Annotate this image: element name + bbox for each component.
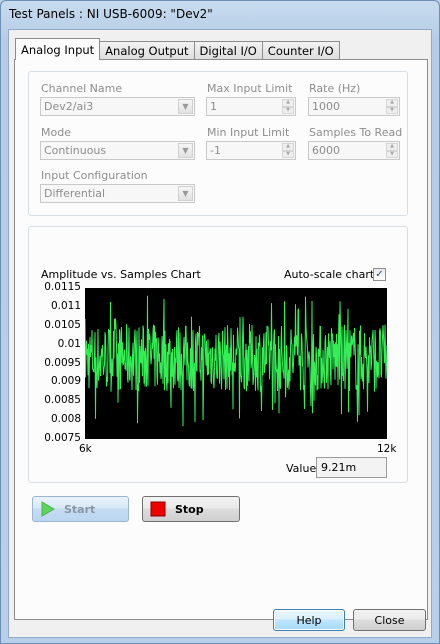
samples-to-read-field[interactable]: 6000 ▲ ▼ bbox=[308, 141, 400, 160]
x-tick-label: 6k bbox=[79, 443, 92, 455]
spin-down-icon[interactable]: ▼ bbox=[386, 106, 398, 114]
samples-to-read-label: Samples To Read bbox=[309, 126, 403, 139]
max-input-limit-value: 1 bbox=[210, 100, 217, 113]
y-tick-label: 0.0105 bbox=[44, 318, 81, 331]
channel-name-label: Channel Name bbox=[41, 82, 123, 95]
chevron-down-icon[interactable]: ▼ bbox=[178, 99, 193, 114]
spin-up-icon[interactable]: ▲ bbox=[386, 99, 398, 107]
window-title: Test Panels : NI USB-6009: "Dev2" bbox=[9, 7, 213, 21]
y-tick-label: 0.0085 bbox=[44, 394, 81, 407]
test-panels-window: Test Panels : NI USB-6009: "Dev2" Analog… bbox=[0, 0, 440, 644]
channel-name-select[interactable]: Dev2/ai3 ▼ bbox=[40, 97, 195, 116]
min-input-limit-label: Min Input Limit bbox=[207, 126, 290, 139]
chevron-down-icon[interactable]: ▼ bbox=[178, 186, 193, 201]
y-tick-label: 0.008 bbox=[50, 413, 81, 426]
y-tick-label: 0.0075 bbox=[44, 432, 81, 444]
rate-field[interactable]: 1000 ▲ ▼ bbox=[308, 97, 400, 116]
autoscale-checkbox[interactable]: ✓ bbox=[373, 268, 386, 281]
y-tick-label: 0.0115 bbox=[44, 281, 81, 293]
spin-up-icon[interactable]: ▲ bbox=[282, 99, 294, 107]
y-tick-label: 0.009 bbox=[50, 375, 81, 388]
window-client-area: Analog Input Analog Output Digital I/O C… bbox=[8, 29, 432, 638]
chart-group: Amplitude vs. Samples Chart Auto-scale c… bbox=[28, 226, 408, 483]
spin-down-icon[interactable]: ▼ bbox=[386, 150, 398, 158]
input-configuration-select[interactable]: Differential ▼ bbox=[40, 184, 195, 203]
max-input-limit-field[interactable]: 1 ▲ ▼ bbox=[206, 97, 296, 116]
tab-analog-input[interactable]: Analog Input bbox=[15, 38, 101, 60]
x-tick-label: 12k bbox=[377, 443, 397, 455]
spin-up-icon[interactable]: ▲ bbox=[386, 143, 398, 151]
stop-button[interactable]: Stop bbox=[142, 496, 240, 522]
analog-input-panel: Channel Name Dev2/ai3 ▼ Max Input Limit … bbox=[14, 59, 428, 620]
chart-title: Amplitude vs. Samples Chart bbox=[41, 268, 201, 281]
spin-down-icon[interactable]: ▼ bbox=[282, 150, 294, 158]
samples-to-read-value: 6000 bbox=[312, 144, 340, 157]
tab-strip: Analog Input Analog Output Digital I/O C… bbox=[15, 38, 340, 60]
autoscale-label: Auto-scale chart bbox=[284, 268, 375, 281]
input-configuration-label: Input Configuration bbox=[41, 169, 148, 182]
channel-name-value: Dev2/ai3 bbox=[44, 100, 94, 113]
y-tick-label: 0.0095 bbox=[44, 356, 81, 369]
start-button[interactable]: Start bbox=[32, 496, 129, 522]
rate-label: Rate (Hz) bbox=[309, 82, 361, 95]
stop-icon bbox=[150, 501, 166, 517]
chevron-down-icon[interactable]: ▼ bbox=[178, 143, 193, 158]
help-button[interactable]: Help bbox=[273, 609, 345, 631]
play-icon bbox=[41, 501, 55, 517]
input-configuration-value: Differential bbox=[44, 187, 106, 200]
value-display: 9.21m bbox=[316, 457, 387, 478]
mode-select[interactable]: Continuous ▼ bbox=[40, 141, 195, 160]
tab-digital-io[interactable]: Digital I/O bbox=[193, 41, 263, 60]
tab-analog-output[interactable]: Analog Output bbox=[99, 41, 195, 60]
max-input-limit-label: Max Input Limit bbox=[207, 82, 293, 95]
min-input-limit-field[interactable]: -1 ▲ ▼ bbox=[206, 141, 296, 160]
close-button[interactable]: Close bbox=[353, 609, 426, 631]
configuration-group: Channel Name Dev2/ai3 ▼ Max Input Limit … bbox=[28, 71, 408, 216]
mode-label: Mode bbox=[41, 126, 71, 139]
tab-counter-io[interactable]: Counter I/O bbox=[261, 41, 340, 60]
start-label: Start bbox=[64, 502, 96, 516]
y-tick-label: 0.01 bbox=[57, 337, 81, 350]
y-tick-label: 0.011 bbox=[50, 299, 81, 312]
rate-value: 1000 bbox=[312, 100, 340, 113]
chart-svg bbox=[84, 295, 388, 427]
mode-value: Continuous bbox=[44, 144, 107, 157]
chart-plot-area bbox=[84, 288, 388, 439]
stop-label: Stop bbox=[175, 502, 204, 516]
series-trace bbox=[84, 295, 388, 427]
spin-up-icon[interactable]: ▲ bbox=[282, 143, 294, 151]
min-input-limit-value: -1 bbox=[210, 144, 221, 157]
spin-down-icon[interactable]: ▼ bbox=[282, 106, 294, 114]
value-label: Value bbox=[286, 462, 317, 475]
